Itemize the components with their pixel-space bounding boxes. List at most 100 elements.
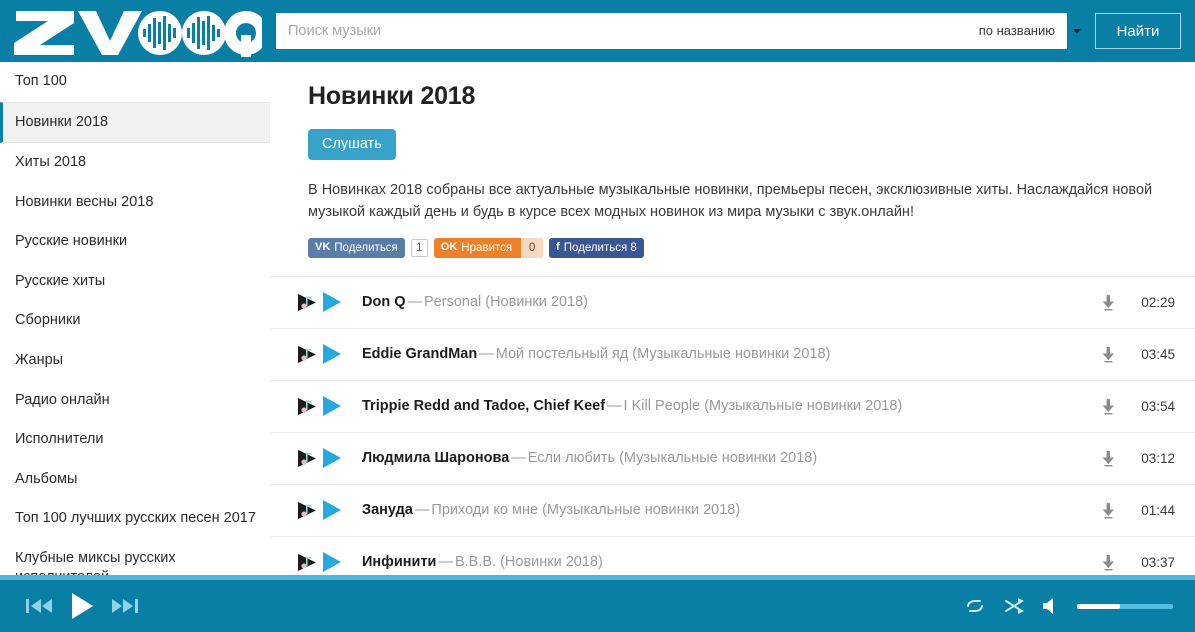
track-duration: 03:54 [1141,398,1175,414]
volume-icon[interactable] [1042,597,1060,615]
add-to-playlist-icon[interactable] [296,500,322,520]
track-separator: — [511,450,526,467]
sidebar-item-0[interactable]: Топ 100 [0,62,270,102]
download-icon[interactable] [1093,502,1123,519]
add-to-playlist-icon[interactable] [296,552,322,572]
track-artist: Eddie GrandMan [362,346,478,363]
track-separator: — [438,554,453,571]
sidebar-item-3[interactable]: Новинки весны 2018 [0,183,270,223]
track-duration: 03:45 [1141,346,1175,362]
track-separator: — [414,502,430,519]
sidebar-item-9[interactable]: Исполнители [0,420,270,460]
track-name: Приходи ко мне (Музыкальные новинки 2018… [431,502,741,519]
volume-slider-fill [1077,603,1121,609]
track-row: Trippie Redd and Tadoe, Chief Keef — I Kil… [270,381,1195,433]
track-row: Зануда — Приходи ко мне (Музыкальные новин… [270,485,1195,537]
search-box: по названию [276,13,1067,49]
chevron-down-icon [1073,28,1081,34]
vk-share-label: Поделиться [334,241,398,254]
repeat-icon[interactable] [964,597,986,615]
sidebar-item-4[interactable]: Русские новинки [0,222,270,262]
fb-share-button[interactable]: f Поделиться 8 [549,237,644,258]
track-row: Don Q — Personal (Новинки 2018) 02:29 [270,277,1195,329]
track-name: Personal (Новинки 2018) [424,294,588,311]
track-artist: Людмила Шаронова [362,450,510,467]
fb-share-label: Поделиться 8 [563,241,637,254]
next-track-icon[interactable] [112,597,138,615]
add-to-playlist-icon[interactable] [296,292,322,312]
play-track-icon[interactable] [322,499,356,521]
main-content: Новинки 2018 Слушать В Новинках 2018 соб… [270,62,1195,632]
track-title[interactable]: Инфинити — B.B.B. (Новинки 2018) [356,554,1093,570]
download-icon[interactable] [1093,398,1123,415]
search-input[interactable] [276,14,973,48]
track-title[interactable]: Зануда — Приходи ко мне (Музыкальные новин… [356,502,1093,518]
facebook-icon: f [556,241,560,254]
download-icon[interactable] [1093,346,1123,363]
sidebar-item-5[interactable]: Русские хиты [0,262,270,302]
track-name: Мой постельный яд (Музыкальные новинки 2… [495,346,831,363]
track-artist: Trippie Redd and Tadoe, Chief Keef [362,398,606,415]
track-duration: 02:29 [1141,294,1175,310]
sidebar-item-8[interactable]: Радио онлайн [0,381,270,421]
download-icon[interactable] [1093,554,1123,571]
ok-share-count: 0 [521,237,544,258]
track-title[interactable]: Trippie Redd and Tadoe, Chief Keef — I Kil… [356,398,1093,414]
download-icon[interactable] [1093,294,1123,311]
track-artist: Don Q [362,294,406,311]
track-duration: 03:37 [1141,554,1175,570]
track-name: I Kill People (Музыкальные новинки 2018) [623,398,903,415]
sidebar-item-11[interactable]: Топ 100 лучших русских песен 2017 [0,499,270,539]
ok-share-label: Нравится [461,241,513,254]
track-row: Людмила Шаронова — Если любить (Музыкальны… [270,433,1195,485]
track-separator: — [407,294,423,311]
sidebar-nav: Топ 100 Новинки 2018 Хиты 2018 Новинки весн… [0,62,270,632]
odnoklassniki-icon: OK [440,241,458,254]
previous-track-icon[interactable] [26,597,52,615]
track-duration: 03:12 [1141,450,1175,466]
track-title[interactable]: Людмила Шаронова — Если любить (Музыкальны… [356,450,1093,466]
sidebar-item-2[interactable]: Хиты 2018 [0,143,270,183]
player-options [964,597,1173,615]
track-title[interactable]: Eddie GrandMan — Мой постельный яд (Музыка… [356,346,1093,362]
track-name: Если любить (Музыкальные новинки 2018) [527,450,818,467]
vk-share-count: 1 [410,238,428,257]
sidebar-item-7[interactable]: Жанры [0,341,270,381]
ok-share-button[interactable]: OK Нравится 0 [433,237,544,258]
play-icon[interactable] [70,592,94,620]
zvooq-logo-icon [14,11,262,57]
shuffle-icon[interactable] [1003,597,1025,615]
site-logo[interactable] [0,0,270,62]
track-separator: — [607,398,622,415]
page-title: Новинки 2018 [308,82,476,110]
sidebar-item-10[interactable]: Альбомы [0,460,270,500]
volume-slider[interactable] [1077,603,1173,609]
player-bar [0,575,1195,632]
track-list: Don Q — Personal (Новинки 2018) 02:29 Eddie … [270,275,1195,589]
play-track-icon[interactable] [322,447,356,469]
vk-share-button[interactable]: VK Поделиться [308,237,405,258]
track-duration: 01:44 [1141,502,1175,518]
track-artist: Инфинити [362,554,437,571]
play-track-icon[interactable] [322,343,356,365]
add-to-playlist-icon[interactable] [296,344,322,364]
sidebar-item-6[interactable]: Сборники [0,301,270,341]
vk-icon: VK [315,241,331,254]
play-track-icon[interactable] [322,291,356,313]
play-track-icon[interactable] [322,395,356,417]
play-track-icon[interactable] [322,551,356,573]
track-artist: Зануда [362,502,413,519]
search-mode-label[interactable]: по названию [973,13,1067,49]
track-title[interactable]: Don Q — Personal (Новинки 2018) [356,294,1093,310]
track-row: Eddie GrandMan — Мой постельный яд (Музыка… [270,329,1195,381]
listen-button[interactable]: Слушать [308,129,396,160]
sidebar-item-1[interactable]: Новинки 2018 [0,101,270,144]
track-separator: — [479,346,494,363]
search-mode-dropdown[interactable] [1067,13,1087,49]
add-to-playlist-icon[interactable] [296,448,322,468]
search-area: по названию Найти [270,0,1195,62]
add-to-playlist-icon[interactable] [296,396,322,416]
search-submit-button[interactable]: Найти [1095,13,1181,49]
download-icon[interactable] [1093,450,1123,467]
player-transport-controls [26,592,138,620]
